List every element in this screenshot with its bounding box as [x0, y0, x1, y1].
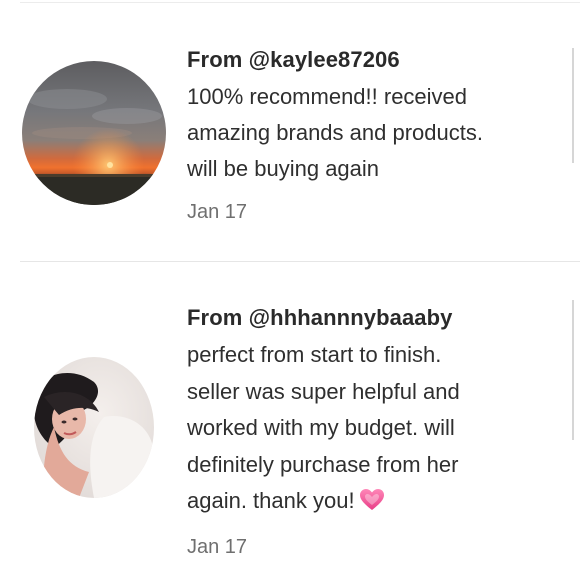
portrait-photo-icon: [34, 357, 154, 498]
heart-emoji-icon: [359, 487, 385, 524]
reviewer-avatar[interactable]: [22, 61, 166, 205]
review-date: Jan 17: [187, 535, 248, 558]
review-card: From @hhhannnybaaaby perfect from start …: [0, 262, 580, 580]
reviewer-avatar[interactable]: [34, 357, 154, 498]
reviewer-handle[interactable]: From @hhhannnybaaaby: [187, 304, 550, 332]
sunset-photo-icon: [22, 61, 166, 205]
scroll-edge: [572, 300, 574, 440]
review-card: From @kaylee87206 100% recommend!! recei…: [0, 0, 580, 262]
review-text: perfect from start to finish. seller was…: [187, 337, 550, 524]
scroll-edge: [572, 48, 574, 163]
review-text: 100% recommend!! received amazing brands…: [187, 84, 483, 181]
review-date: Jan 17: [187, 201, 248, 223]
reviewer-handle[interactable]: From @kaylee87206: [187, 46, 550, 74]
review-text-body: perfect from start to finish. seller was…: [187, 342, 460, 513]
